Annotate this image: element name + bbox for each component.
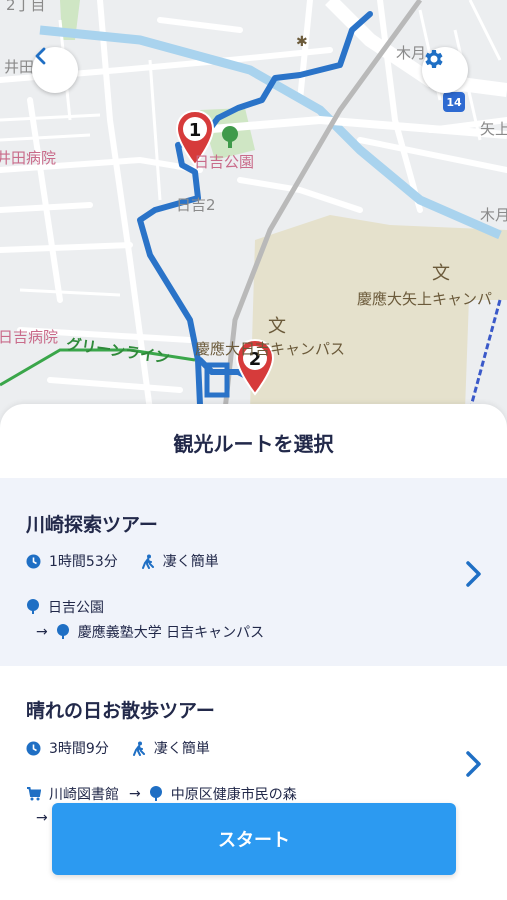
map-label-park: 日吉公園 bbox=[194, 153, 255, 171]
chevron-right-icon[interactable] bbox=[462, 750, 486, 778]
gear-icon bbox=[425, 50, 443, 68]
tour-meta: 3時間9分 凄く簡単 bbox=[26, 738, 210, 758]
tour-duration: 1時間53分 bbox=[49, 554, 118, 570]
arrow-right-icon: → bbox=[129, 786, 141, 802]
svg-text:文: 文 bbox=[432, 263, 450, 284]
arrow-right-icon: → bbox=[36, 624, 48, 640]
stop-name: 川崎図書館 bbox=[49, 787, 119, 803]
tour-stop-2: → 慶應義塾大学 日吉キャンパス bbox=[26, 622, 264, 642]
tree-icon bbox=[149, 786, 163, 802]
tour-difficulty: 凄く簡単 bbox=[162, 554, 219, 570]
cart-icon bbox=[26, 787, 41, 801]
map-label-yagami: 矢上 bbox=[480, 120, 507, 138]
tree-icon bbox=[56, 624, 70, 640]
clock-icon bbox=[26, 554, 41, 569]
svg-text:✱: ✱ bbox=[296, 34, 308, 50]
back-button[interactable] bbox=[32, 47, 78, 93]
tour-meta: 1時間53分 凄く簡単 bbox=[26, 551, 219, 571]
tour-duration: 3時間9分 bbox=[49, 741, 109, 757]
tour-name: 晴れの日お散歩ツアー bbox=[26, 700, 215, 722]
start-button[interactable]: スタート bbox=[52, 803, 456, 875]
map-label-ida: 井田 bbox=[4, 58, 35, 76]
svg-text:文: 文 bbox=[268, 316, 286, 337]
stop-name: 日吉公園 bbox=[48, 600, 104, 616]
chevron-right-icon[interactable] bbox=[462, 560, 486, 588]
settings-button[interactable] bbox=[422, 47, 468, 93]
clock-icon bbox=[26, 741, 41, 756]
route-shield-icon: 14 bbox=[443, 92, 465, 112]
map-label-hospital-2: 日吉病院 bbox=[0, 328, 59, 346]
pin-1-number: 1 bbox=[189, 120, 202, 141]
tour-stop-1: 日吉公園 bbox=[26, 597, 104, 617]
tour-difficulty: 凄く簡単 bbox=[153, 741, 210, 757]
tour-stops: 川崎図書館 → 中原区健康市民の森 bbox=[26, 784, 297, 804]
tour-card-1[interactable]: 川崎探索ツアー 1時間53分 凄く簡単 日吉公園 → 慶應義塾大学 日吉キャンパ… bbox=[0, 478, 507, 666]
map-label-campus-right: 慶應大矢上キャンパ bbox=[357, 290, 493, 308]
map-label-campus: 慶應大日吉キャンパス bbox=[195, 340, 346, 358]
arrow-right-icon: → bbox=[36, 810, 48, 826]
tree-icon bbox=[26, 599, 40, 615]
tour-name: 川崎探索ツアー bbox=[26, 514, 158, 536]
map-label-hospital-1: 井田病院 bbox=[0, 149, 57, 167]
map-label-district: 日吉2 bbox=[176, 196, 216, 214]
stop-name: 中原区健康市民の森 bbox=[170, 787, 297, 803]
walking-icon bbox=[131, 741, 146, 756]
map-label-area: 2丁目 bbox=[6, 0, 46, 14]
walking-icon bbox=[140, 554, 155, 569]
map-label-tsukimi: 木月 bbox=[480, 206, 507, 224]
stop-name: 慶應義塾大学 日吉キャンパス bbox=[77, 625, 265, 641]
chevron-left-icon bbox=[35, 47, 46, 65]
sheet-title: 観光ルートを選択 bbox=[173, 432, 334, 456]
route-map[interactable]: 文 文 ✱ 1 2 2丁目 井田 井田病院 日吉公園 日吉2 日吉病院 グリーン… bbox=[0, 0, 507, 430]
